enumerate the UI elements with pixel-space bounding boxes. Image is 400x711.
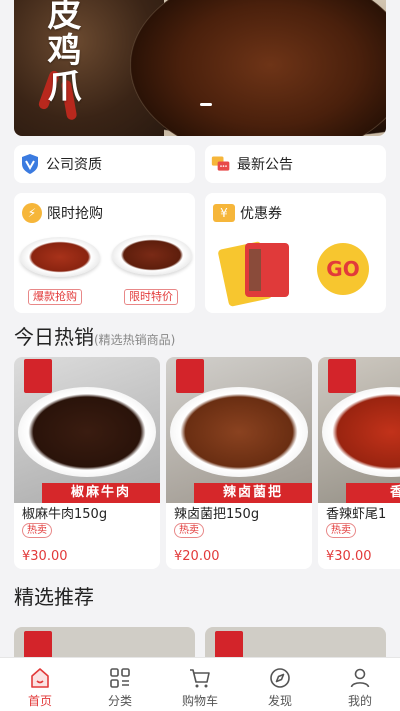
product-banner-text: 辣卤菌把	[194, 483, 312, 503]
shield-v-icon	[22, 154, 38, 174]
category-icon	[110, 668, 130, 688]
latest-notice-card[interactable]: 最新公告	[205, 145, 386, 183]
tab-category[interactable]: 分类	[80, 658, 160, 711]
limited-price-tag: 限时特价	[124, 289, 178, 305]
tab-label: 我的	[347, 694, 372, 708]
flash-sale-card[interactable]: ⚡ 限时抢购 爆款抢购 限时特价	[14, 193, 195, 313]
tab-label: 首页	[27, 694, 52, 708]
banner-food-bowl	[130, 0, 386, 136]
bottom-tab-bar: 首页 分类 购物车 发现 我的	[0, 657, 400, 711]
banner-pagination	[200, 103, 212, 106]
peanut-dish-image	[20, 237, 100, 277]
hot-subtitle: (精选热销商品)	[94, 333, 176, 347]
product-price: ¥20.00	[174, 549, 220, 564]
hot-products-scroller[interactable]: 椒麻牛肉 椒麻牛肉150g 热卖 ¥30.00 辣卤菌把 辣卤菌把150g 热卖…	[14, 357, 400, 569]
company-qualification-card[interactable]: 公司资质	[14, 145, 195, 183]
braised-dish-image	[112, 235, 192, 275]
coupon-card[interactable]: ¥ 优惠券 GO	[205, 193, 386, 313]
cart-icon	[190, 669, 210, 688]
hot-tag: 热卖	[22, 523, 52, 538]
product-image: 香辣	[318, 357, 400, 503]
coupon-label: 优惠券	[240, 206, 282, 222]
product-banner-text: 香辣	[346, 483, 400, 503]
banner-title: 皮鸡爪	[41, 0, 81, 104]
product-image: 辣卤菌把	[166, 357, 312, 503]
hot-tag: 热卖	[174, 523, 204, 538]
tab-label: 购物车	[181, 694, 218, 708]
lightning-icon: ⚡	[22, 203, 42, 223]
product-banner-text: 椒麻牛肉	[42, 483, 160, 503]
tab-cart[interactable]: 购物车	[160, 658, 240, 711]
flash-sale-label: 限时抢购	[47, 206, 103, 222]
product-image: 椒麻牛肉	[14, 357, 160, 503]
brand-logo-icon	[176, 359, 204, 393]
hot-section-title: 今日热销(精选热销商品)	[14, 321, 175, 350]
hot-deal-tag: 爆款抢购	[28, 289, 82, 305]
tab-label: 分类	[107, 694, 132, 708]
user-icon	[350, 668, 370, 688]
product-card[interactable]: 椒麻牛肉 椒麻牛肉150g 热卖 ¥30.00	[14, 357, 160, 569]
brand-logo-icon	[24, 359, 52, 393]
product-name: 辣卤菌把150g	[174, 507, 260, 522]
hot-tag: 热卖	[326, 523, 356, 538]
tab-label: 发现	[267, 694, 292, 708]
product-card[interactable]: 辣卤菌把 辣卤菌把150g 热卖 ¥20.00	[166, 357, 312, 569]
recommend-section-title: 精选推荐	[14, 585, 94, 609]
tab-home[interactable]: 首页	[0, 658, 80, 711]
home-icon	[31, 668, 49, 688]
compass-icon	[270, 668, 290, 688]
yen-icon: ¥	[213, 204, 235, 222]
tab-profile[interactable]: 我的	[320, 658, 400, 711]
hot-title: 今日热销	[14, 325, 94, 349]
product-price: ¥30.00	[22, 549, 68, 564]
brand-logo-icon	[328, 359, 356, 393]
tab-discover[interactable]: 发现	[240, 658, 320, 711]
coupon-ticket-icon	[245, 243, 289, 297]
product-card[interactable]: 香辣 香辣虾尾1 热卖 ¥30.00	[318, 357, 400, 569]
product-name: 香辣虾尾1	[326, 507, 387, 522]
banner-dot-active	[200, 103, 212, 106]
product-price: ¥30.00	[326, 549, 372, 564]
latest-notice-label: 最新公告	[237, 157, 293, 173]
promo-banner[interactable]: 皮鸡爪	[14, 0, 386, 136]
company-qualification-label: 公司资质	[46, 157, 102, 173]
chat-bubble-icon	[211, 156, 230, 171]
coupon-go-button[interactable]: GO	[317, 243, 369, 295]
product-name: 椒麻牛肉150g	[22, 507, 108, 522]
